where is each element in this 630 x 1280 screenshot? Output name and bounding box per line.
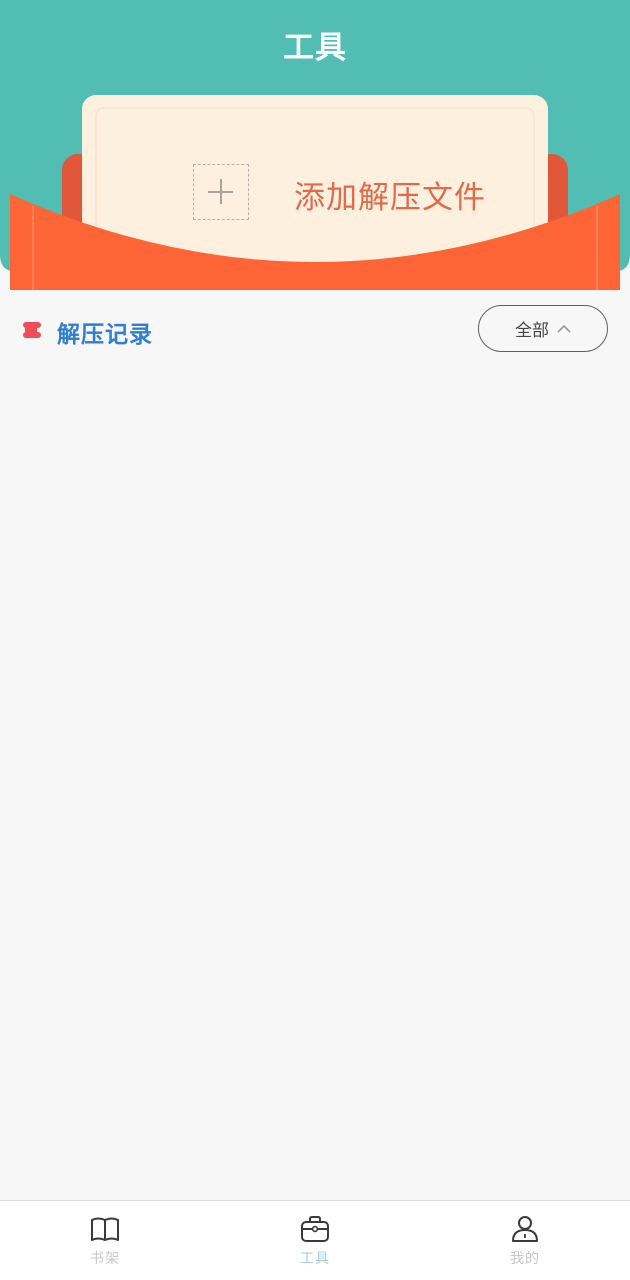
tab-label: 书架 — [90, 1251, 120, 1267]
tab-label: 我的 — [510, 1251, 540, 1267]
records-section-header: 解压记录 全部 — [0, 290, 630, 370]
plus-icon — [193, 164, 249, 220]
page-title: 工具 — [283, 30, 347, 66]
add-archive-button[interactable]: 添加解压文件 — [96, 108, 536, 258]
records-stack-icon — [23, 322, 41, 338]
records-title: 解压记录 — [57, 322, 153, 348]
header-banner: 工具 添加解压文件 — [0, 0, 630, 290]
toolbox-icon — [301, 1216, 329, 1242]
bottom-tab-bar: 书架 工具 我的 — [0, 1200, 630, 1280]
tools-screen: 工具 添加解压文件 解压记录 全部 书架 工具 我的 — [0, 0, 630, 1280]
tab-profile[interactable]: 我的 — [420, 1201, 630, 1280]
filter-label: 全部 — [515, 321, 549, 341]
tab-bookshelf[interactable]: 书架 — [0, 1201, 210, 1280]
chevron-up-icon — [557, 324, 571, 333]
tab-label: 工具 — [300, 1251, 330, 1267]
tab-tools[interactable]: 工具 — [210, 1201, 420, 1280]
filter-dropdown-button[interactable]: 全部 — [478, 305, 608, 352]
records-list — [0, 370, 630, 1200]
user-icon — [512, 1216, 538, 1242]
book-icon — [91, 1217, 119, 1241]
add-archive-label: 添加解压文件 — [294, 180, 486, 216]
